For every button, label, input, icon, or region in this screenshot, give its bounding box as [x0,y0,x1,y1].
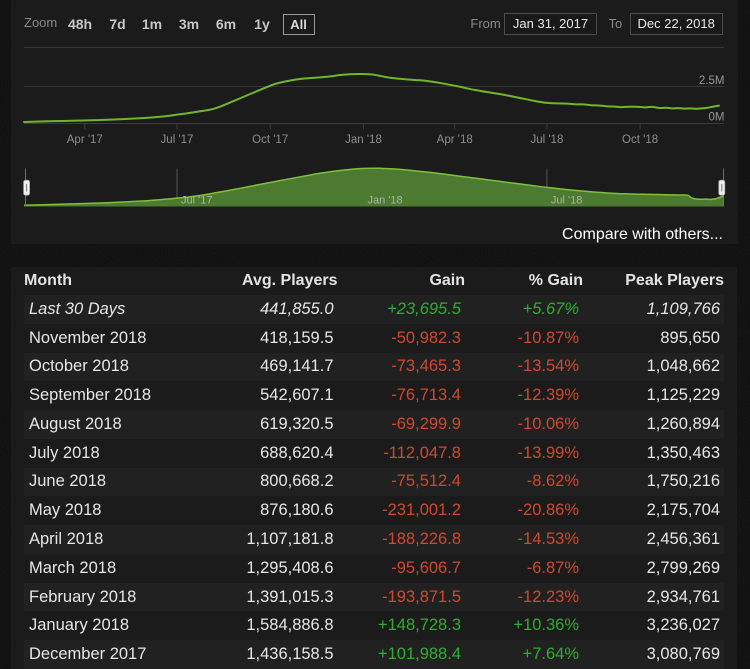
svg-text:Apr '18: Apr '18 [437,134,473,146]
svg-text:2.5M: 2.5M [699,75,725,87]
svg-text:0M: 0M [709,112,725,124]
svg-text:Jul '18: Jul '18 [530,134,563,146]
svg-text:Oct '18: Oct '18 [622,134,658,146]
svg-text:Apr '17: Apr '17 [67,134,103,146]
svg-text:Jul '18: Jul '18 [551,195,582,207]
svg-text:Jul '17: Jul '17 [161,134,194,146]
svg-text:Oct '17: Oct '17 [252,134,288,146]
svg-text:Jul '17: Jul '17 [181,195,212,207]
svg-text:Jan '18: Jan '18 [368,195,403,207]
svg-text:Jan '18: Jan '18 [345,134,382,146]
